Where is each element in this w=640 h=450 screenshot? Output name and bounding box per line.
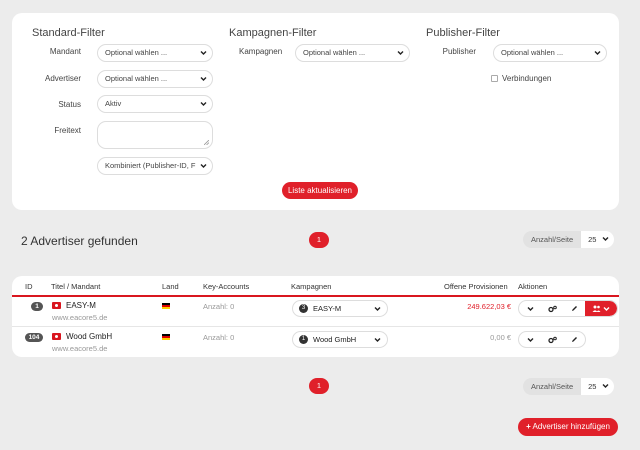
per-page-label: Anzahl/Seite xyxy=(523,231,582,248)
campaign-count-badge: 3 xyxy=(299,304,308,313)
header-key-accounts: Key-Accounts xyxy=(203,282,250,291)
per-page-value: 25 xyxy=(588,382,597,391)
settings-button[interactable] xyxy=(541,301,563,316)
per-page-label: Anzahl/Seite xyxy=(523,378,582,395)
open-provision: 0,00 € xyxy=(490,333,511,342)
pagination-page-1[interactable]: 1 xyxy=(309,232,329,248)
edit-button[interactable] xyxy=(563,301,585,316)
per-page-control[interactable]: Anzahl/Seite 25 xyxy=(523,231,615,248)
chevron-down-icon xyxy=(594,51,601,55)
kampagnen-select-value: Optional wählen ... xyxy=(303,48,366,57)
per-page-control-bottom[interactable]: Anzahl/Seite 25 xyxy=(523,378,615,395)
publisher-label: Publisher xyxy=(442,47,476,56)
pencil-icon xyxy=(571,306,577,311)
advertiser-select[interactable]: Optional wählen ... xyxy=(97,70,213,88)
verbindungen-label: Verbindungen xyxy=(502,74,552,83)
add-advertiser-label: Advertiser hinzufügen xyxy=(532,422,610,431)
users-icon xyxy=(592,305,601,312)
key-accounts-count: Anzahl: 0 xyxy=(203,333,235,342)
settings-button[interactable] xyxy=(541,332,563,347)
filter-panel: Standard-Filter Kampagnen-Filter Publish… xyxy=(12,13,619,210)
checkbox-box[interactable] xyxy=(491,75,498,82)
expand-button[interactable] xyxy=(519,301,541,316)
chevron-down-icon xyxy=(200,77,207,81)
publisher-filter-title: Publisher-Filter xyxy=(426,27,500,39)
header-title: Titel / Mandant xyxy=(51,282,101,291)
verbindungen-checkbox[interactable]: Verbindungen xyxy=(491,74,551,83)
chevron-down-icon xyxy=(602,384,609,388)
status-select[interactable]: Aktiv xyxy=(97,95,213,113)
status-label: Status xyxy=(58,100,81,109)
freitext-label: Freitext xyxy=(54,126,81,135)
mandant-label: Mandant xyxy=(49,47,81,56)
chevron-down-icon xyxy=(374,338,381,342)
status-select-value: Aktiv xyxy=(105,99,122,108)
advertiser-url: www.eacore5.de xyxy=(52,344,108,353)
publisher-select-value: Optional wählen ... xyxy=(501,48,564,57)
per-page-value: 25 xyxy=(588,235,597,244)
kampagnen-label: Kampagnen xyxy=(239,47,283,56)
users-dropdown-button[interactable] xyxy=(585,301,617,316)
chevron-down-icon xyxy=(200,164,207,168)
key-accounts-count: Anzahl: 0 xyxy=(203,302,235,311)
campaign-select[interactable]: 1 Wood GmbH xyxy=(292,331,388,348)
row-actions xyxy=(518,331,586,348)
id-badge: 1 xyxy=(31,302,43,311)
chevron-down-icon xyxy=(527,337,533,342)
mandant-select-value: Optional wählen ... xyxy=(105,48,168,57)
campaign-select[interactable]: 3 EASY-M xyxy=(292,300,388,317)
per-page-select[interactable]: 25 xyxy=(581,231,615,248)
advertiser-name[interactable]: EASY-M xyxy=(66,301,96,310)
search-mode-select[interactable]: Kombiniert (Publisher-ID, F xyxy=(97,157,213,175)
campaign-name: EASY-M xyxy=(313,304,342,313)
expand-button[interactable] xyxy=(519,332,541,347)
header-land: Land xyxy=(162,282,179,291)
add-advertiser-button[interactable]: + Advertiser hinzufügen xyxy=(518,418,618,436)
open-provision: 249.622,03 € xyxy=(467,302,511,311)
advertiser-name[interactable]: Wood GmbH xyxy=(66,332,112,341)
chevron-down-icon xyxy=(527,306,533,311)
chevron-down-icon xyxy=(374,307,381,311)
chevron-down-icon xyxy=(603,306,610,311)
germany-flag-icon xyxy=(162,303,170,309)
gears-icon xyxy=(547,336,557,343)
header-id: ID xyxy=(25,282,33,291)
freitext-textarea[interactable] xyxy=(97,121,213,149)
per-page-select[interactable]: 25 xyxy=(581,378,615,395)
advertiser-url: www.eacore5.de xyxy=(52,313,108,322)
advertiser-label: Advertiser xyxy=(44,74,81,83)
advertiser-select-value: Optional wählen ... xyxy=(105,74,168,83)
search-mode-value: Kombiniert (Publisher-ID, F xyxy=(105,161,196,170)
results-count: 2 Advertiser gefunden xyxy=(21,234,138,248)
chevron-down-icon xyxy=(200,102,207,106)
plus-icon: + xyxy=(526,422,531,431)
mandant-select[interactable]: Optional wählen ... xyxy=(97,44,213,62)
campaign-count-badge: 1 xyxy=(299,335,308,344)
pencil-icon xyxy=(571,337,577,342)
refresh-list-button[interactable]: Liste aktualisieren xyxy=(282,182,358,199)
gears-icon xyxy=(547,305,557,312)
campaign-name: Wood GmbH xyxy=(313,335,357,344)
header-aktionen: Aktionen xyxy=(518,282,548,291)
advertiser-table: ID Titel / Mandant Land Key-Accounts Kam… xyxy=(12,276,619,357)
edit-button[interactable] xyxy=(563,332,585,347)
kampagnen-filter-title: Kampagnen-Filter xyxy=(229,27,317,39)
chevron-down-icon xyxy=(602,237,609,241)
publisher-select[interactable]: Optional wählen ... xyxy=(493,44,607,62)
table-row: 1 EASY-M www.eacore5.de Anzahl: 0 3 EASY… xyxy=(12,297,619,327)
advertiser-icon xyxy=(52,333,61,340)
id-badge: 104 xyxy=(25,333,43,342)
table-row: 104 Wood GmbH www.eacore5.de Anzahl: 0 1… xyxy=(12,328,619,357)
advertiser-icon xyxy=(52,302,61,309)
germany-flag-icon xyxy=(162,334,170,340)
header-kampagnen: Kampagnen xyxy=(291,282,332,291)
resize-grip-icon[interactable] xyxy=(204,140,209,145)
standard-filter-title: Standard-Filter xyxy=(32,27,105,39)
kampagnen-select[interactable]: Optional wählen ... xyxy=(295,44,410,62)
header-provisionen: Offene Provisionen xyxy=(444,282,508,291)
pagination-page-1-bottom[interactable]: 1 xyxy=(309,378,329,394)
row-actions xyxy=(518,300,618,317)
